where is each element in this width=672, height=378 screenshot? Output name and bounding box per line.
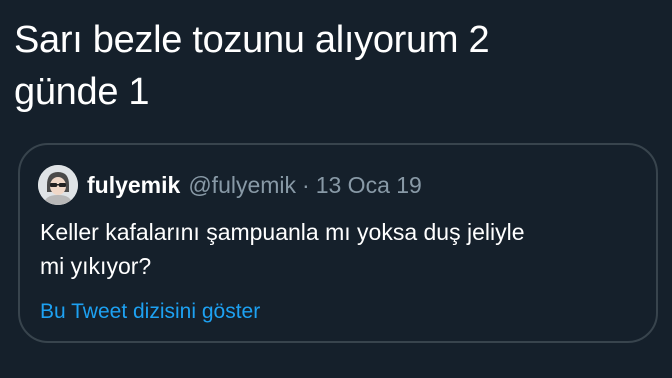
quoted-tweet-card[interactable]: fulyemik @fulyemik · 13 Oca 19 Keller ka…: [18, 143, 658, 343]
show-thread-link[interactable]: Bu Tweet dizisini göster: [40, 300, 260, 324]
user-handle[interactable]: @fulyemik: [188, 172, 296, 199]
quoted-tweet-header: fulyemik @fulyemik · 13 Oca 19: [38, 163, 422, 207]
tweet-body: Sarı bezle tozunu alıyorum 2 günde 1: [14, 14, 644, 118]
tweet-text-line-2: günde 1: [14, 71, 150, 113]
quoted-text-line-2: mi yıkıyor?: [40, 253, 152, 279]
separator-dot: ·: [302, 171, 310, 198]
tweet-date[interactable]: 13 Oca 19: [316, 172, 422, 199]
display-name[interactable]: fulyemik: [87, 172, 180, 199]
user-avatar-icon[interactable]: [38, 165, 78, 205]
tweet-text-line-1: Sarı bezle tozunu alıyorum 2: [14, 19, 490, 61]
quoted-text-line-1: Keller kafalarını şampuanla mı yoksa duş…: [40, 219, 525, 245]
quoted-tweet-text: Keller kafalarını şampuanla mı yoksa duş…: [40, 215, 650, 283]
